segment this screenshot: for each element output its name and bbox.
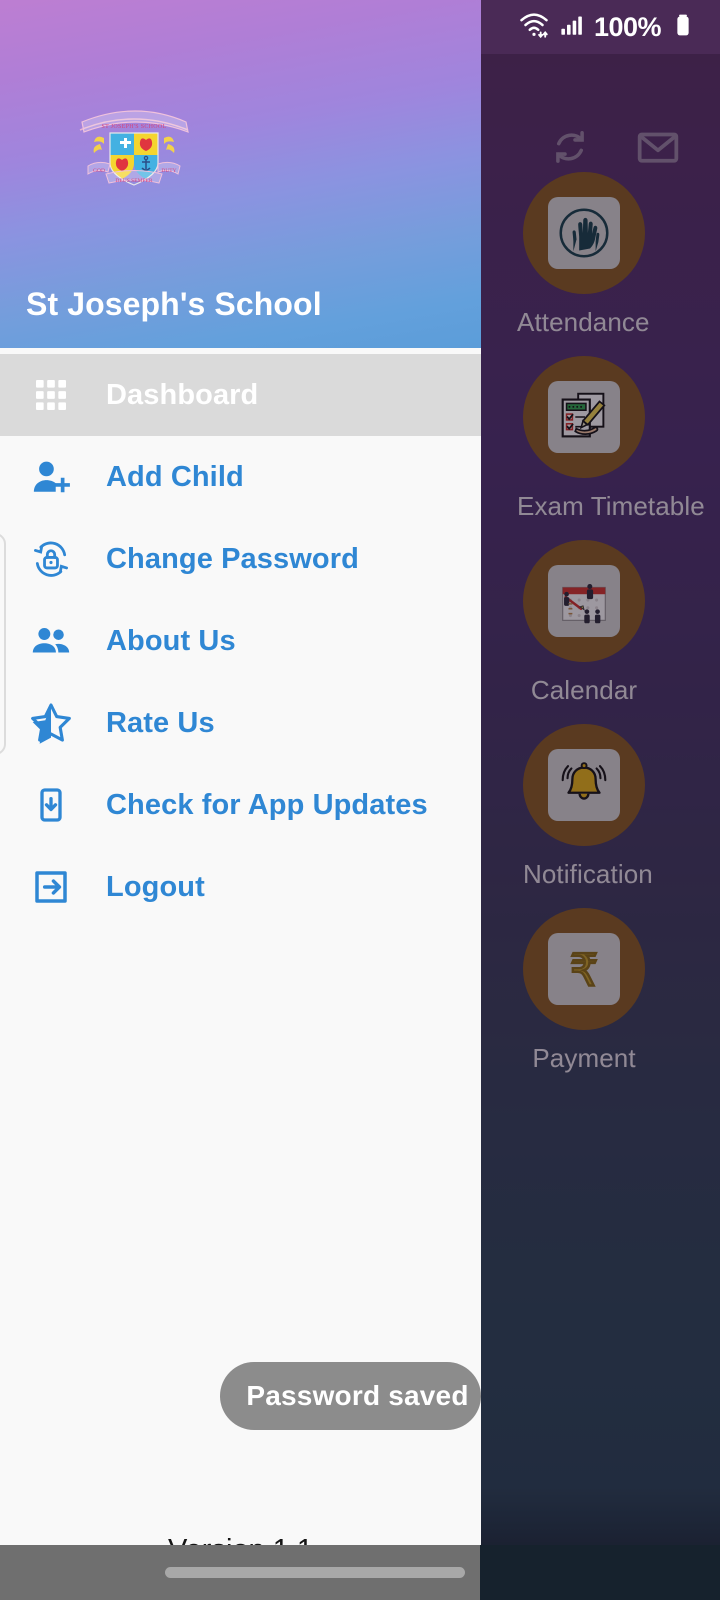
lock-refresh-icon [22, 530, 80, 588]
svg-text:GOD: GOD [93, 168, 105, 174]
sidebar-item-label: Logout [106, 870, 205, 903]
sidebar-item-check-app-updates[interactable]: Check for App Updates [0, 764, 481, 846]
sidebar-item-logout[interactable]: Logout [0, 846, 481, 928]
sidebar-item-dashboard[interactable]: Dashboard [0, 354, 481, 436]
system-navigation-bar-right [480, 1545, 720, 1600]
sidebar-item-change-password[interactable]: Change Password [0, 518, 481, 600]
drawer-menu: Dashboard Add Child Change Password Abou… [0, 354, 481, 928]
svg-text:ST JOSEPH'S SCHOOL: ST JOSEPH'S SCHOOL [101, 124, 166, 130]
sidebar-item-rate-us[interactable]: Rate Us [0, 682, 481, 764]
toast-text: Password saved [246, 1380, 469, 1411]
sidebar-item-add-child[interactable]: Add Child [0, 436, 481, 518]
person-add-icon [22, 448, 80, 506]
school-name: St Joseph's School [26, 286, 322, 322]
logout-arrow-icon [22, 858, 80, 916]
phone-download-icon [22, 776, 80, 834]
svg-text:DUTY: DUTY [161, 168, 176, 174]
people-icon [22, 612, 80, 670]
sidebar-item-label: About Us [106, 624, 236, 657]
home-indicator[interactable] [165, 1567, 465, 1578]
star-half-icon [22, 694, 80, 752]
sidebar-item-about-us[interactable]: About Us [0, 600, 481, 682]
wifi-icon [518, 9, 550, 46]
sidebar-item-label: Rate Us [106, 706, 215, 739]
status-bar-right: 100% [480, 0, 720, 54]
svg-text:DEUS SEMPER: DEUS SEMPER [115, 178, 152, 184]
battery-icon [670, 10, 696, 45]
battery-percentage: 100% [593, 11, 662, 42]
sidebar-item-label: Check for App Updates [106, 788, 428, 821]
sidebar-item-label: Change Password [106, 542, 359, 575]
sidebar-item-label: Dashboard [106, 378, 259, 411]
grid-apps-icon [22, 366, 80, 424]
navigation-drawer: ST JOSEPH'S SCHOOL GOD DUTY DEUS SEMPER … [0, 0, 481, 1600]
toast-message: Password saved [220, 1362, 481, 1430]
school-crest-logo: ST JOSEPH'S SCHOOL GOD DUTY DEUS SEMPER [66, 108, 202, 194]
sidebar-item-label: Add Child [106, 460, 244, 493]
cellular-signal-icon [559, 12, 585, 43]
drawer-header: ST JOSEPH'S SCHOOL GOD DUTY DEUS SEMPER … [0, 0, 481, 348]
focus-indicator [0, 533, 6, 755]
system-navigation-bar [0, 1545, 720, 1600]
